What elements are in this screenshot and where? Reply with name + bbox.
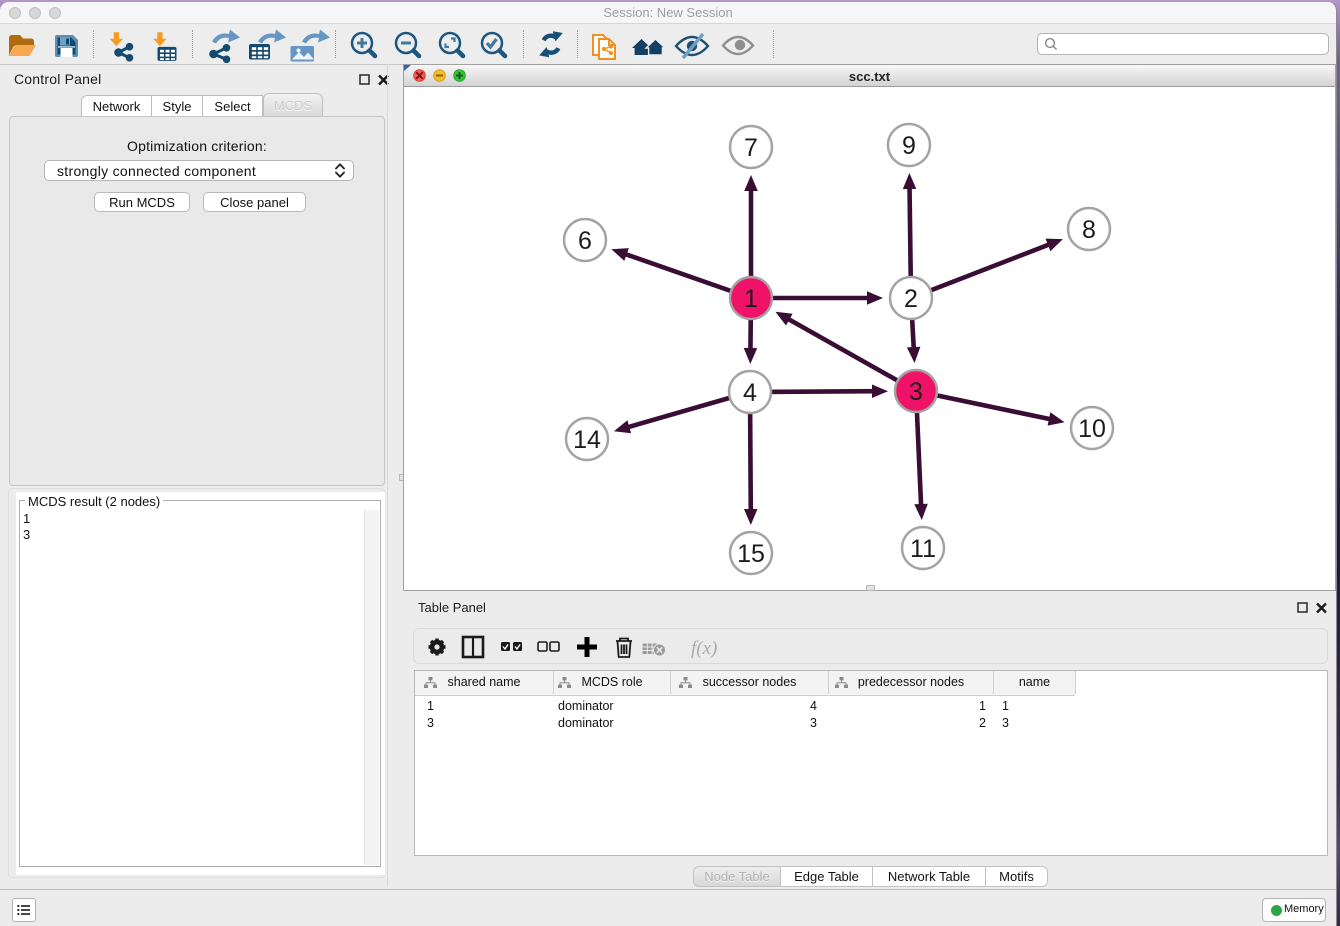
svg-text:10: 10 — [1078, 415, 1106, 443]
svg-text:9: 9 — [902, 132, 916, 160]
svg-text:7: 7 — [744, 134, 758, 162]
svg-text:2: 2 — [904, 285, 918, 313]
svg-text:f(x): f(x) — [691, 638, 717, 659]
svg-text:15: 15 — [737, 540, 765, 568]
svg-text:8: 8 — [1082, 216, 1096, 244]
svg-text:1: 1 — [744, 285, 758, 313]
svg-text:4: 4 — [743, 379, 757, 407]
svg-text:14: 14 — [573, 426, 601, 454]
svg-text:3: 3 — [909, 378, 923, 406]
svg-text:11: 11 — [910, 535, 936, 563]
svg-text:6: 6 — [578, 227, 592, 255]
